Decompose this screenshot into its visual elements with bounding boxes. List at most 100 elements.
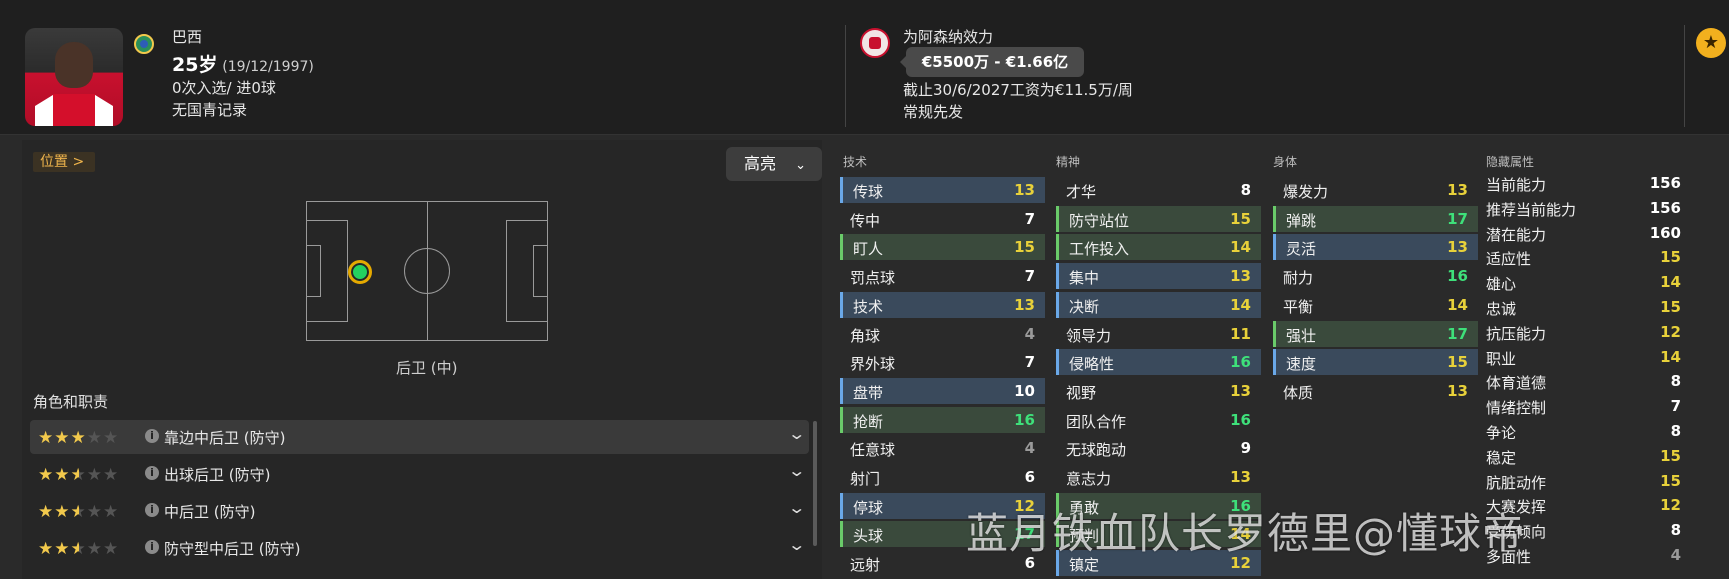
attribute-name: 界外球 <box>850 355 896 374</box>
role-row[interactable]: ★★★★★ i 靠边中后卫 (防守) ⌄ <box>30 420 809 454</box>
info-icon[interactable]: i <box>145 466 159 480</box>
technical-attribute-row[interactable]: 盯人 15 <box>840 234 1045 261</box>
hidden-attribute-row[interactable]: 当前能力 156 <box>1486 172 1691 197</box>
attribute-name: 角球 <box>850 326 881 345</box>
technical-attribute-row[interactable]: 罚点球 7 <box>840 263 1045 289</box>
favourite-star-icon[interactable]: ★ <box>1696 28 1726 58</box>
mental-attribute-row[interactable]: 决断 14 <box>1056 291 1261 318</box>
role-row[interactable]: ★★★★★ i 中后卫 (防守) ⌄ <box>30 494 809 528</box>
highlight-dropdown[interactable]: 高亮 ⌄ <box>726 147 822 181</box>
mental-attribute-row[interactable]: 无球跑动 9 <box>1056 435 1261 461</box>
attribute-value: 13 <box>1447 181 1468 199</box>
attribute-name: 盯人 <box>853 240 884 259</box>
chevron-down-icon[interactable]: ⌄ <box>787 424 806 443</box>
chevron-down-icon[interactable]: ⌄ <box>787 498 806 517</box>
physical-attribute-row[interactable]: 平衡 14 <box>1273 292 1478 318</box>
role-name: 防守型中后卫 (防守) <box>164 540 301 558</box>
attribute-value: 15 <box>1447 353 1468 372</box>
technical-attribute-row[interactable]: 角球 4 <box>840 321 1045 347</box>
hidden-attribute-row[interactable]: 忠诚 15 <box>1486 296 1691 321</box>
hidden-attribute-row[interactable]: 推荐当前能力 156 <box>1486 197 1691 222</box>
attribute-name: 传球 <box>853 183 884 201</box>
attribute-value: 15 <box>1660 446 1681 465</box>
mental-attribute-row[interactable]: 团队合作 16 <box>1056 407 1261 433</box>
youth-caps: 无国青记录 <box>172 101 248 119</box>
mental-attribute-row[interactable]: 防守站位 15 <box>1056 205 1261 232</box>
club-badge-icon[interactable] <box>860 28 890 58</box>
star-icon: ★ <box>38 539 55 559</box>
technical-attribute-row[interactable]: 射门 6 <box>840 464 1045 490</box>
hidden-attribute-row[interactable]: 肮脏动作 15 <box>1486 470 1691 495</box>
roles-scrollbar[interactable] <box>813 421 817 546</box>
physical-attribute-row[interactable]: 弹跳 17 <box>1273 205 1478 232</box>
hidden-attribute-row[interactable]: 争论 8 <box>1486 420 1691 445</box>
mental-attribute-row[interactable]: 工作投入 14 <box>1056 234 1261 261</box>
role-row[interactable]: ★★★★★ i 出球后卫 (防守) ⌄ <box>30 457 809 491</box>
attribute-value: 15 <box>1014 238 1035 257</box>
squad-status: 常规先发 <box>903 103 964 121</box>
technical-attribute-row[interactable]: 技术 13 <box>840 291 1045 318</box>
attribute-value: 9 <box>1240 439 1251 458</box>
physical-title: 身体 <box>1273 155 1298 169</box>
chevron-down-icon[interactable]: ⌄ <box>787 535 806 554</box>
physical-attribute-row[interactable]: 爆发力 13 <box>1273 177 1478 203</box>
info-icon[interactable]: i <box>145 540 159 554</box>
attribute-name: 忠诚 <box>1486 300 1517 318</box>
position-marker[interactable] <box>348 260 372 284</box>
attribute-name: 速度 <box>1286 355 1317 374</box>
info-icon[interactable]: i <box>145 503 159 517</box>
physical-attribute-row[interactable]: 耐力 16 <box>1273 263 1478 289</box>
technical-attribute-row[interactable]: 传中 7 <box>840 206 1045 232</box>
role-rating-stars: ★★★★★ <box>38 465 119 485</box>
attribute-name: 罚点球 <box>850 269 896 288</box>
hidden-attribute-row[interactable]: 潜在能力 160 <box>1486 222 1691 247</box>
star-icon: ★ <box>103 502 120 522</box>
nationality-flag-icon[interactable] <box>134 34 154 54</box>
attribute-name: 射门 <box>850 470 881 488</box>
info-icon[interactable]: i <box>145 429 159 443</box>
mental-attribute-row[interactable]: 领导力 11 <box>1056 321 1261 347</box>
technical-attribute-row[interactable]: 盘带 10 <box>840 377 1045 404</box>
physical-attribute-row[interactable]: 灵活 13 <box>1273 234 1478 261</box>
hidden-attribute-row[interactable]: 稳定 15 <box>1486 445 1691 470</box>
attribute-value: 14 <box>1660 273 1681 292</box>
attribute-value: 7 <box>1024 353 1035 372</box>
hidden-attribute-row[interactable]: 职业 14 <box>1486 346 1691 371</box>
attribute-name: 弹跳 <box>1286 211 1317 230</box>
chevron-down-icon[interactable]: ⌄ <box>787 461 806 480</box>
attribute-name: 领导力 <box>1066 326 1112 345</box>
technical-attribute-row[interactable]: 传球 13 <box>840 177 1045 203</box>
attribute-value: 15 <box>1660 471 1681 490</box>
mental-title: 精神 <box>1056 155 1081 169</box>
attribute-name: 决断 <box>1069 297 1100 316</box>
hidden-attribute-row[interactable]: 抗压能力 12 <box>1486 321 1691 346</box>
hidden-attribute-row[interactable]: 适应性 15 <box>1486 246 1691 271</box>
attribute-name: 才华 <box>1066 183 1097 201</box>
hidden-attribute-row[interactable]: 情绪控制 7 <box>1486 395 1691 420</box>
hidden-attribute-row[interactable]: 雄心 14 <box>1486 271 1691 296</box>
physical-attribute-row[interactable]: 体质 13 <box>1273 378 1478 404</box>
mental-attribute-row[interactable]: 才华 8 <box>1056 177 1261 203</box>
position-button[interactable]: 位置 > <box>33 152 95 172</box>
mental-attribute-row[interactable]: 集中 13 <box>1056 263 1261 290</box>
mental-attribute-row[interactable]: 视野 13 <box>1056 378 1261 404</box>
mental-attribute-row[interactable]: 意志力 13 <box>1056 464 1261 490</box>
attribute-value: 160 <box>1649 223 1681 242</box>
attribute-value: 17 <box>1447 209 1468 228</box>
attribute-value: 12 <box>1660 496 1681 515</box>
physical-attribute-row[interactable]: 强壮 17 <box>1273 320 1478 347</box>
mental-attribute-row[interactable]: 侵略性 16 <box>1056 349 1261 376</box>
technical-attribute-row[interactable]: 抢断 16 <box>840 406 1045 433</box>
technical-attribute-row[interactable]: 任意球 4 <box>840 435 1045 461</box>
physical-attribute-row[interactable]: 速度 15 <box>1273 349 1478 376</box>
role-row[interactable]: ★★★★★ i 防守型中后卫 (防守) ⌄ <box>30 531 809 565</box>
attribute-value: 16 <box>1014 410 1035 429</box>
technical-title: 技术 <box>843 155 868 169</box>
hidden-attribute-row[interactable]: 体育道德 8 <box>1486 370 1691 395</box>
attribute-name: 体育道德 <box>1486 374 1547 393</box>
attribute-value: 13 <box>1447 381 1468 400</box>
technical-attribute-row[interactable]: 界外球 7 <box>840 349 1045 375</box>
role-name: 出球后卫 (防守) <box>164 466 271 484</box>
chevron-down-icon: ⌄ <box>795 158 807 173</box>
wage-line: 截止30/6/2027工资为€11.5万/周 <box>903 81 1133 99</box>
